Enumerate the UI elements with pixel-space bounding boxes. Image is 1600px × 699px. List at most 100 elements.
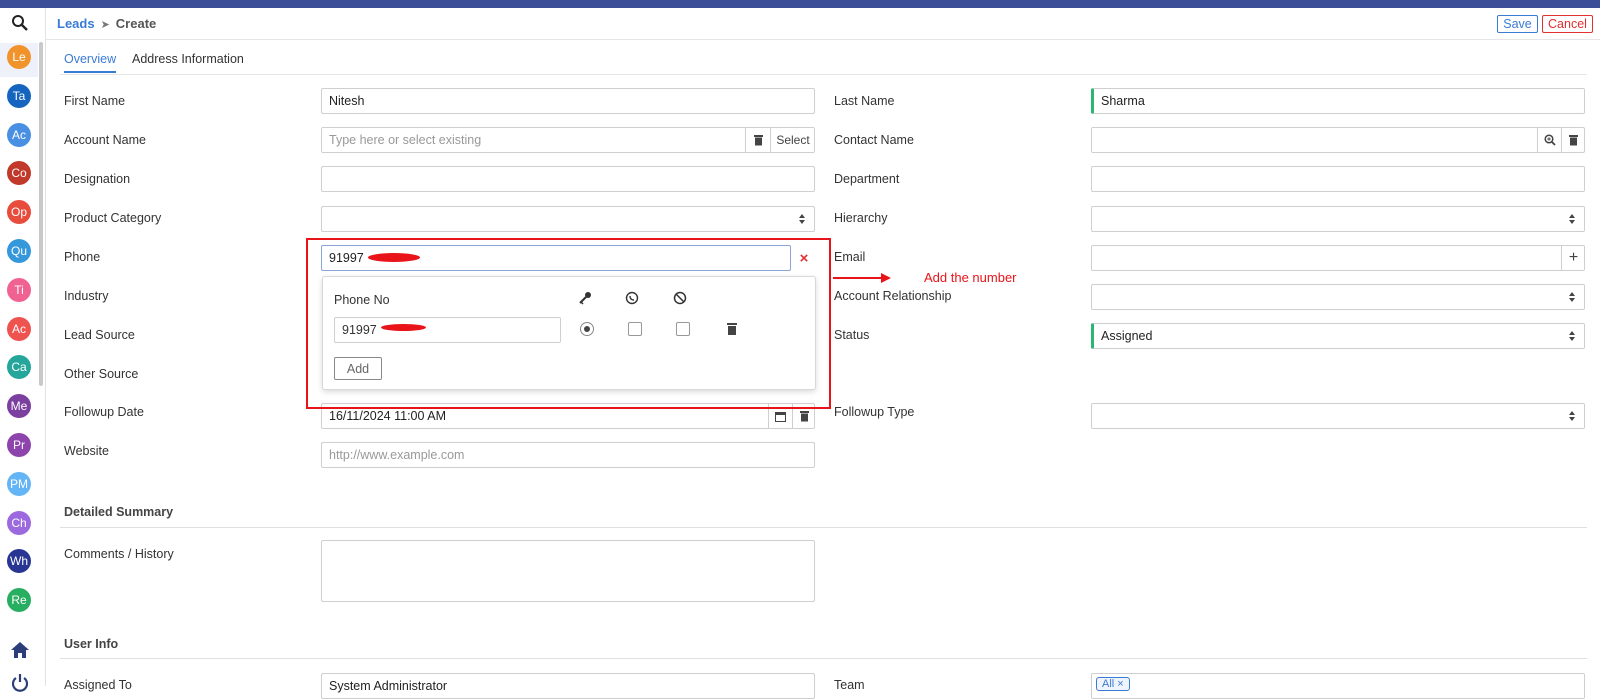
- sidebar-module-9[interactable]: Me: [7, 394, 31, 419]
- sidebar-module-10[interactable]: Pr: [7, 432, 31, 457]
- email-input[interactable]: +: [1091, 245, 1585, 271]
- search-icon[interactable]: [11, 14, 29, 32]
- hierarchy-select[interactable]: [1091, 206, 1585, 232]
- followup-date-label: Followup Date: [64, 405, 144, 419]
- account-select-button[interactable]: Select: [770, 127, 815, 153]
- sidebar-module-13[interactable]: Wh: [7, 549, 31, 574]
- designation-input[interactable]: [321, 166, 815, 192]
- first-name-value: Nitesh: [329, 94, 365, 108]
- breadcrumb: Leads ➤ Create: [57, 16, 156, 31]
- annotation-text: Add the number: [924, 270, 1017, 285]
- select-button-label: Select: [776, 133, 810, 147]
- designation-label: Designation: [64, 172, 131, 186]
- account-relationship-label: Account Relationship: [834, 289, 952, 303]
- followup-type-select[interactable]: [1091, 403, 1585, 429]
- sidebar-module-4[interactable]: Op: [7, 200, 31, 225]
- assigned-to-label: Assigned To: [64, 678, 132, 692]
- sidebar-module-2[interactable]: Ac: [7, 122, 31, 147]
- last-name-label: Last Name: [834, 94, 895, 108]
- product-category-select[interactable]: [321, 206, 815, 232]
- section-divider: [60, 527, 1587, 528]
- page-header: Leads ➤ Create Save Cancel: [46, 8, 1600, 40]
- breadcrumb-separator-icon: ➤: [100, 19, 110, 31]
- sidebar-module-list: Le Ta Ac Co Op Qu Ti Ac Ca Me Pr PM Ch Wh Re: [7, 45, 31, 627]
- top-app-bar: [0, 0, 1600, 8]
- comments-textarea[interactable]: [321, 540, 815, 602]
- team-label: Team: [834, 678, 865, 692]
- industry-label: Industry: [64, 289, 109, 303]
- select-arrows-icon: [1569, 411, 1575, 421]
- product-category-label: Product Category: [64, 211, 162, 225]
- trash-icon: [753, 135, 763, 146]
- zoom-in-icon: [1543, 134, 1556, 146]
- hierarchy-label: Hierarchy: [834, 211, 888, 225]
- sidebar-module-1[interactable]: Ta: [7, 83, 31, 108]
- sidebar-module-11[interactable]: PM: [7, 471, 31, 496]
- account-name-label: Account Name: [64, 133, 146, 147]
- select-arrows-icon: [1569, 214, 1575, 224]
- website-placeholder: http://www.example.com: [329, 448, 465, 462]
- department-input[interactable]: [1091, 166, 1585, 192]
- select-arrows-icon: [1569, 331, 1575, 341]
- last-name-input[interactable]: Sharma: [1091, 88, 1585, 114]
- power-icon[interactable]: [10, 673, 30, 693]
- sidebar-module-7[interactable]: Ac: [7, 316, 31, 341]
- followup-type-label: Followup Type: [834, 405, 915, 419]
- breadcrumb-leads-link[interactable]: Leads: [57, 16, 95, 31]
- lead-source-label: Lead Source: [64, 328, 135, 342]
- last-name-value: Sharma: [1101, 94, 1145, 108]
- status-value: Assigned: [1101, 329, 1153, 343]
- account-clear-button[interactable]: [745, 127, 770, 153]
- sidebar-module-3[interactable]: Co: [7, 161, 31, 186]
- save-button[interactable]: Save: [1497, 15, 1538, 33]
- followup-date-value: 16/11/2024 11:00 AM: [329, 409, 446, 423]
- user-info-title: User Info: [64, 637, 119, 651]
- department-label: Department: [834, 172, 900, 186]
- account-name-placeholder: Type here or select existing: [329, 133, 482, 147]
- tab-address-information[interactable]: Address Information: [132, 52, 244, 66]
- annotation-highlight-box: [306, 238, 831, 409]
- sidebar-module-0[interactable]: Le: [7, 45, 31, 69]
- email-label: Email: [834, 250, 866, 264]
- first-name-input[interactable]: Nitesh: [321, 88, 815, 114]
- contact-search-button[interactable]: [1537, 127, 1561, 153]
- assigned-to-input[interactable]: System Administrator: [321, 673, 815, 699]
- website-label: Website: [64, 444, 109, 458]
- calendar-icon: [775, 411, 786, 422]
- assigned-to-value: System Administrator: [329, 679, 448, 693]
- detailed-summary-title: Detailed Summary: [64, 505, 174, 519]
- team-input[interactable]: [1091, 673, 1585, 699]
- status-select[interactable]: Assigned: [1091, 323, 1585, 349]
- tab-divider: [60, 74, 1587, 75]
- team-tag-all[interactable]: All ×: [1096, 677, 1130, 691]
- tab-overview[interactable]: Overview: [64, 52, 117, 73]
- first-name-label: First Name: [64, 94, 126, 108]
- cancel-button[interactable]: Cancel: [1542, 15, 1593, 33]
- trash-icon: [799, 411, 809, 422]
- sidebar-module-6[interactable]: Ti: [7, 277, 31, 302]
- sidebar-scrollbar[interactable]: [39, 42, 43, 386]
- status-label: Status: [834, 328, 870, 342]
- section-divider: [60, 658, 1587, 659]
- sidebar-module-14[interactable]: Re: [7, 588, 31, 613]
- sidebar-module-5[interactable]: Qu: [7, 238, 31, 263]
- other-source-label: Other Source: [64, 367, 139, 381]
- add-email-icon[interactable]: +: [1561, 245, 1585, 271]
- sidebar-module-12[interactable]: Ch: [7, 510, 31, 535]
- account-relationship-select[interactable]: [1091, 284, 1585, 310]
- sidebar-module-8[interactable]: Ca: [7, 355, 31, 380]
- contact-clear-button[interactable]: [1561, 127, 1585, 153]
- comments-label: Comments / History: [64, 547, 174, 561]
- contact-name-label: Contact Name: [834, 133, 914, 147]
- trash-icon: [1569, 135, 1578, 146]
- website-input[interactable]: http://www.example.com: [321, 442, 815, 468]
- select-arrows-icon: [1569, 292, 1575, 302]
- select-arrows-icon: [799, 214, 805, 224]
- home-icon[interactable]: [9, 640, 31, 660]
- annotation-arrow-icon: [833, 273, 891, 283]
- sidebar: Le Ta Ac Co Op Qu Ti Ac Ca Me Pr PM Ch Wh Re: [0, 8, 46, 692]
- contact-name-input[interactable]: [1091, 127, 1585, 153]
- team-tag-label: All: [1102, 678, 1115, 690]
- breadcrumb-current: Create: [115, 16, 157, 31]
- account-name-input[interactable]: Type here or select existing Select: [321, 127, 815, 153]
